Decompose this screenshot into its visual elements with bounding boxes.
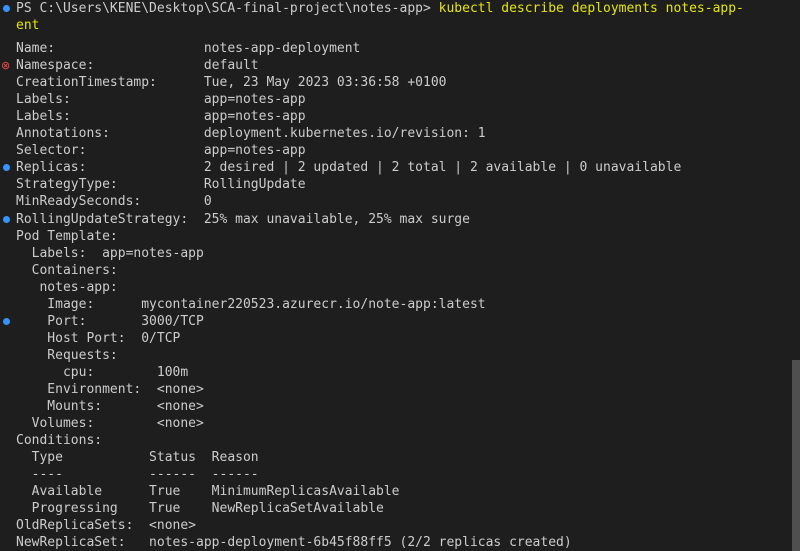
command-decoration-icon[interactable] — [3, 5, 10, 12]
output-line: Image: mycontainer220523.azurecr.io/note… — [16, 297, 486, 312]
output-line: Type Status Reason — [16, 450, 259, 465]
output-line: NewReplicaSet: notes-app-deployment-6b45… — [16, 535, 572, 550]
output-line: Labels: app=notes-app — [16, 246, 204, 261]
output-line: notes-app: — [16, 280, 118, 295]
output-line: OldReplicaSets: <none> — [16, 518, 197, 533]
command-text: kubectl describe deployments notes-app- — [438, 1, 744, 16]
output-line: MinReadySeconds: 0 — [16, 194, 212, 209]
output-line: Namespace: default — [16, 58, 259, 73]
output-line: Available True MinimumReplicasAvailable — [16, 484, 400, 499]
output-line: RollingUpdateStrategy: 25% max unavailab… — [16, 212, 470, 227]
info-marker-icon[interactable] — [3, 318, 10, 325]
output-line: cpu: 100m — [16, 365, 189, 380]
output-line: Selector: app=notes-app — [16, 143, 306, 158]
output-line: Progressing True NewReplicaSetAvailable — [16, 501, 384, 516]
output-line: Annotations: deployment.kubernetes.io/re… — [16, 126, 486, 141]
info-marker-icon[interactable] — [3, 164, 10, 171]
prompt-line: PS C:\Users\KENE\Desktop\SCA-final-proje… — [16, 0, 744, 17]
output-line: Name: notes-app-deployment — [16, 41, 361, 56]
info-marker-icon[interactable] — [3, 216, 10, 223]
error-marker-icon[interactable]: ⊗ — [1, 60, 12, 71]
output-line: Containers: — [16, 263, 118, 278]
prompt-text: PS C:\Users\KENE\Desktop\SCA-final-proje… — [16, 1, 439, 16]
output-line: Environment: <none> — [16, 382, 204, 397]
output-line: Host Port: 0/TCP — [16, 331, 181, 346]
output-line: Requests: — [16, 348, 118, 363]
output-line: Labels: app=notes-app — [16, 92, 306, 107]
output-line: Volumes: <none> — [16, 416, 204, 431]
command-wrap-text: ent — [16, 18, 40, 33]
output-line: ---- ------ ------ — [16, 467, 259, 482]
command-wrap-line: ent — [16, 17, 39, 34]
output-line: Mounts: <none> — [16, 399, 204, 414]
output-line: Labels: app=notes-app — [16, 109, 306, 124]
output-line: Port: 3000/TCP — [16, 314, 204, 329]
output-line: Conditions: — [16, 433, 103, 448]
scrollbar-thumb[interactable] — [792, 360, 800, 551]
output-line: StrategyType: RollingUpdate — [16, 177, 306, 192]
terminal-output[interactable]: PS C:\Users\KENE\Desktop\SCA-final-proje… — [0, 0, 800, 551]
output-line: Pod Template: — [16, 229, 118, 244]
output-line: Replicas: 2 desired | 2 updated | 2 tota… — [16, 160, 682, 175]
output-line: CreationTimestamp: Tue, 23 May 2023 03:3… — [16, 75, 447, 90]
